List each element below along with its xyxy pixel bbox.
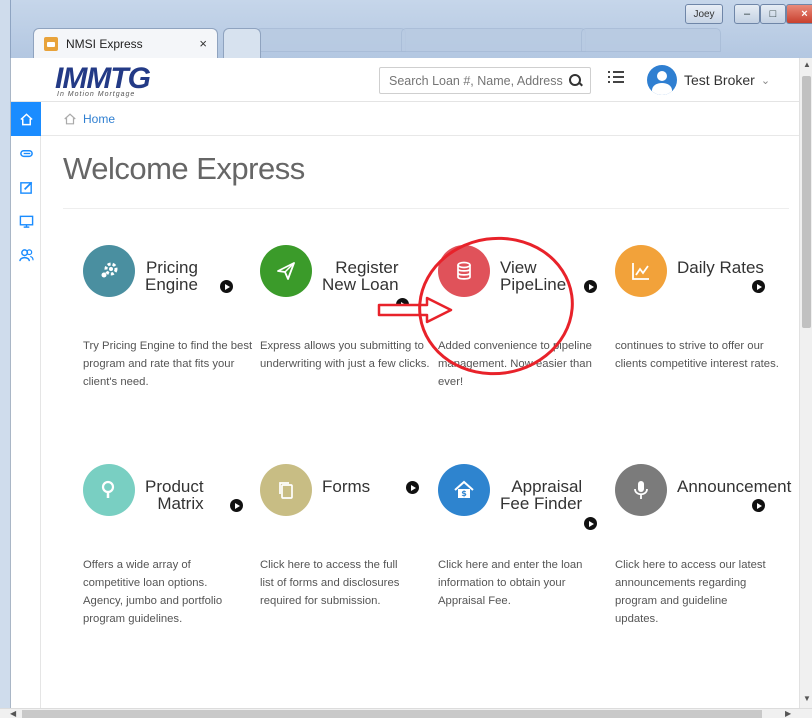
register-new-loan-icon-circle[interactable] xyxy=(260,245,312,297)
copy-icon xyxy=(279,482,293,499)
product-matrix-icon-circle[interactable] xyxy=(83,464,135,516)
page-content: IMMTG In Motion Mortgage Test Broker ⌄ xyxy=(10,58,812,708)
maximize-button[interactable]: □ xyxy=(760,4,786,24)
arrow-right-icon[interactable] xyxy=(406,481,419,494)
background-tab[interactable] xyxy=(581,28,721,52)
sidebar-item-edit[interactable] xyxy=(11,170,41,204)
arrow-right-icon[interactable] xyxy=(584,517,597,530)
tile-title[interactable]: Daily Rates xyxy=(677,259,764,276)
breadcrumb: Home xyxy=(41,102,799,136)
announcement-icon-circle[interactable] xyxy=(615,464,667,516)
horizontal-scrollbar[interactable]: ◀ ▶ xyxy=(0,708,812,718)
list-icon[interactable] xyxy=(608,71,624,87)
sidebar-item-monitor[interactable] xyxy=(11,204,41,238)
home-icon xyxy=(19,112,33,125)
sidebar xyxy=(11,102,41,708)
arrow-right-icon[interactable] xyxy=(396,298,409,311)
user-name: Test Broker xyxy=(684,72,755,88)
search-icon[interactable] xyxy=(566,71,586,91)
sidebar-item-users[interactable] xyxy=(11,238,41,272)
user-menu[interactable]: Test Broker ⌄ xyxy=(647,64,770,96)
microphone-icon xyxy=(634,481,648,499)
search-box xyxy=(379,67,591,94)
close-window-button[interactable]: × xyxy=(786,4,812,24)
tile-title[interactable]: View PipeLine xyxy=(500,259,566,293)
home-icon xyxy=(64,112,76,124)
tile-title[interactable]: Announcement xyxy=(677,478,791,495)
logo-tagline: In Motion Mortgage xyxy=(57,91,136,98)
view-pipeline-icon-circle[interactable] xyxy=(438,245,490,297)
house-dollar-icon: $ xyxy=(454,480,474,498)
tile-description: Click here to access our latest announce… xyxy=(615,559,766,625)
app-header: IMMTG In Motion Mortgage Test Broker ⌄ xyxy=(11,58,799,102)
breadcrumb-home-link[interactable]: Home xyxy=(83,112,115,126)
vertical-scrollbar[interactable]: ▲ ▼ xyxy=(799,58,812,708)
window-user-button[interactable]: Joey xyxy=(685,4,723,24)
arrow-right-icon[interactable] xyxy=(752,280,765,293)
arrow-right-icon[interactable] xyxy=(752,499,765,512)
paper-plane-icon xyxy=(277,262,295,280)
browser-window: NMSI Express × Joey – □ × IMMTG In Motio… xyxy=(0,0,812,718)
arrow-right-icon[interactable] xyxy=(584,280,597,293)
avatar xyxy=(647,65,677,95)
edit-icon xyxy=(19,181,32,194)
daily-rates-icon-circle[interactable] xyxy=(615,245,667,297)
paperclip-icon xyxy=(19,149,33,157)
scrollbar-thumb[interactable] xyxy=(802,76,811,328)
svg-text:$: $ xyxy=(461,489,467,498)
divider xyxy=(63,208,789,209)
gears-icon xyxy=(101,262,118,278)
pricing-engine-icon-circle[interactable] xyxy=(83,245,135,297)
sidebar-item-home[interactable] xyxy=(11,102,41,136)
favicon-icon xyxy=(44,36,58,51)
scroll-up-arrow-icon[interactable]: ▲ xyxy=(803,60,811,69)
tile-title[interactable]: Product Matrix xyxy=(145,478,204,512)
search-icon xyxy=(101,480,115,498)
chart-icon xyxy=(632,263,649,280)
arrow-right-icon[interactable] xyxy=(220,280,233,293)
tile-description: Express allows you submitting to underwr… xyxy=(260,340,430,370)
annotation-arrow xyxy=(377,296,453,324)
database-icon xyxy=(457,261,471,280)
tile-description: continues to strive to offer our clients… xyxy=(615,340,779,370)
tile-description: Try Pricing Engine to find the best prog… xyxy=(83,340,253,388)
tab-title: NMSI Express xyxy=(66,36,143,51)
minimize-button[interactable]: – xyxy=(734,4,760,24)
new-tab-button[interactable] xyxy=(223,28,261,58)
monitor-icon xyxy=(19,215,33,228)
tile-title[interactable]: Pricing Engine xyxy=(145,259,198,293)
scrollbar-thumb[interactable] xyxy=(22,710,762,718)
arrow-right-icon[interactable] xyxy=(230,499,243,512)
scroll-left-arrow-icon[interactable]: ◀ xyxy=(10,709,16,718)
scroll-down-arrow-icon[interactable]: ▼ xyxy=(803,694,811,703)
tile-title[interactable]: Register New Loan xyxy=(322,259,399,293)
page-title: Welcome Express xyxy=(63,151,305,186)
tile-title[interactable]: Appraisal Fee Finder xyxy=(500,478,582,512)
tab-close-button[interactable]: × xyxy=(199,36,207,51)
tile-title[interactable]: Forms xyxy=(322,478,370,495)
appraisal-fee-finder-icon-circle[interactable]: $ xyxy=(438,464,490,516)
users-icon xyxy=(18,248,34,261)
title-bar: NMSI Express × Joey – □ × xyxy=(10,0,812,58)
tile-description: Click here to access the full list of fo… xyxy=(260,559,400,607)
tab-nmsi-express[interactable]: NMSI Express × xyxy=(33,28,218,58)
tile-description: Offers a wide array of competitive loan … xyxy=(83,559,223,625)
sidebar-item-attachments[interactable] xyxy=(11,136,41,170)
tile-description: Click here and enter the loan informatio… xyxy=(438,559,583,607)
search-input[interactable] xyxy=(380,73,566,88)
forms-icon-circle[interactable] xyxy=(260,464,312,516)
scroll-right-arrow-icon[interactable]: ▶ xyxy=(785,709,791,718)
chevron-down-icon: ⌄ xyxy=(760,74,771,87)
background-tab[interactable] xyxy=(401,28,586,52)
tile-description: Added convenience to pipeline management… xyxy=(438,340,592,388)
background-tab[interactable] xyxy=(256,28,406,52)
